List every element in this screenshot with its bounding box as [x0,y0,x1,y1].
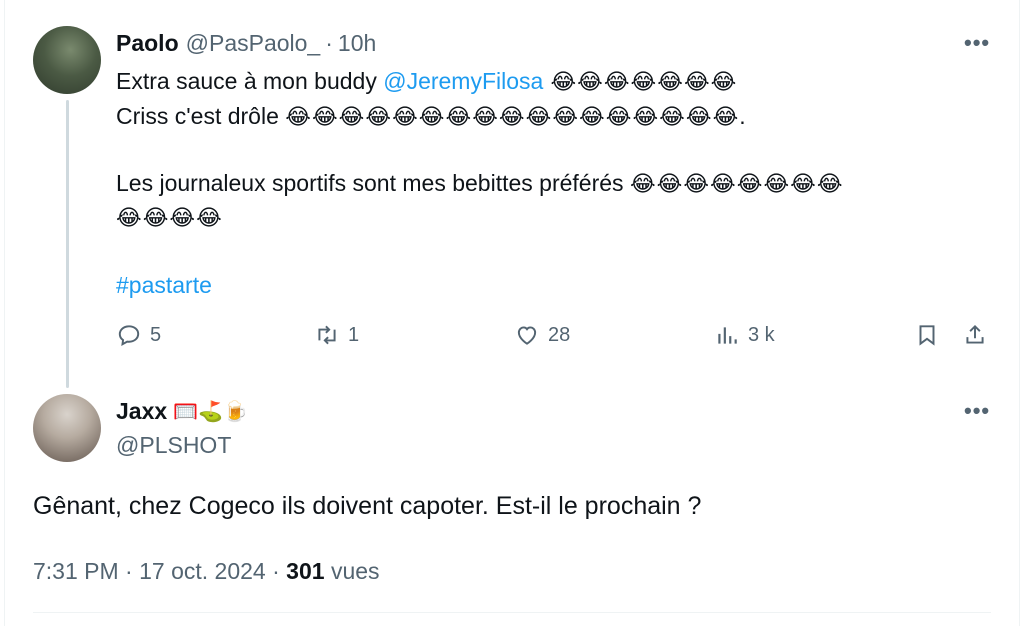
retweet-count: 1 [348,323,360,346]
like-count: 28 [548,323,571,346]
views-count: 3 k [748,323,775,346]
tweet-header: Jaxx 🥅⛳🍺 [116,398,248,425]
separator: · [272,558,280,584]
views-count: 301 [286,558,325,584]
tweet-date[interactable]: 17 oct. 2024 [139,558,266,584]
tweet-text-line: 😂😂😂😂 [116,202,223,233]
tweet-text-line: Criss c'est drôle 😂😂😂😂😂😂😂😂😂😂😂😂😂😂😂😂😂. [116,101,746,132]
author-name[interactable]: Jaxx [116,398,167,425]
bookmark-icon [919,325,935,346]
text-segment: . [739,103,746,129]
views-label: vues [330,558,380,584]
tweet-time[interactable]: 10h [338,30,376,57]
emoji-group: 😂😂😂😂 [116,205,223,230]
views-icon [718,327,737,344]
thread-connector [66,100,69,388]
reply-button[interactable]: 5 [116,322,161,348]
retweet-icon [318,325,336,345]
hashtag-link[interactable]: #pastarte [116,272,212,298]
text-segment: Les journaleux sportifs sont mes bebitte… [116,170,630,196]
reply-count: 5 [150,323,162,346]
like-icon [517,326,537,345]
tweet-header: Paolo @PasPaolo_ · 10h [116,30,376,57]
separator: · [125,558,133,584]
tweet-text-line: Les journaleux sportifs sont mes bebitte… [116,168,844,199]
tweet-actions: 5 1 28 3 k [116,322,996,358]
views-button[interactable]: 3 k [714,322,775,348]
author-handle[interactable]: @PasPaolo_ [186,30,321,57]
emoji-group: 😂😂😂😂😂😂😂😂😂😂😂😂😂😂😂😂😂 [285,104,740,129]
share-icon [966,324,984,344]
like-button[interactable]: 28 [514,322,570,348]
retweet-button[interactable]: 1 [314,322,359,348]
profile-badges: 🥅⛳🍺 [173,401,248,423]
more-icon[interactable]: ••• [964,398,990,424]
emoji-group: 😂😂😂😂😂😂😂 [543,69,738,94]
author-name[interactable]: Paolo [116,30,179,57]
tweet-time[interactable]: 7:31 PM [33,558,119,584]
author-handle[interactable]: @PLSHOT [116,432,231,459]
tweet-text: Gênant, chez Cogeco ils doivent capoter.… [33,492,702,520]
mention-link[interactable]: @JeremyFilosa [383,68,543,94]
tweet-text-line: Extra sauce à mon buddy @JeremyFilosa 😂😂… [116,66,737,97]
text-segment: Criss c'est drôle [116,103,286,129]
separator: · [325,30,333,56]
more-icon[interactable]: ••• [964,30,990,56]
bookmark-button[interactable] [914,322,948,348]
text-segment: Extra sauce à mon buddy [116,68,384,94]
share-button[interactable] [962,322,996,348]
emoji-group: 😂😂😂😂😂😂😂😂 [629,171,844,196]
tweet-text-line: #pastarte [116,270,212,300]
avatar[interactable] [33,394,101,462]
tweet-meta: 7:31 PM · 17 oct. 2024 · 301 vues [33,558,380,585]
avatar[interactable] [33,26,101,94]
divider [33,612,991,613]
reply-icon [118,325,140,347]
